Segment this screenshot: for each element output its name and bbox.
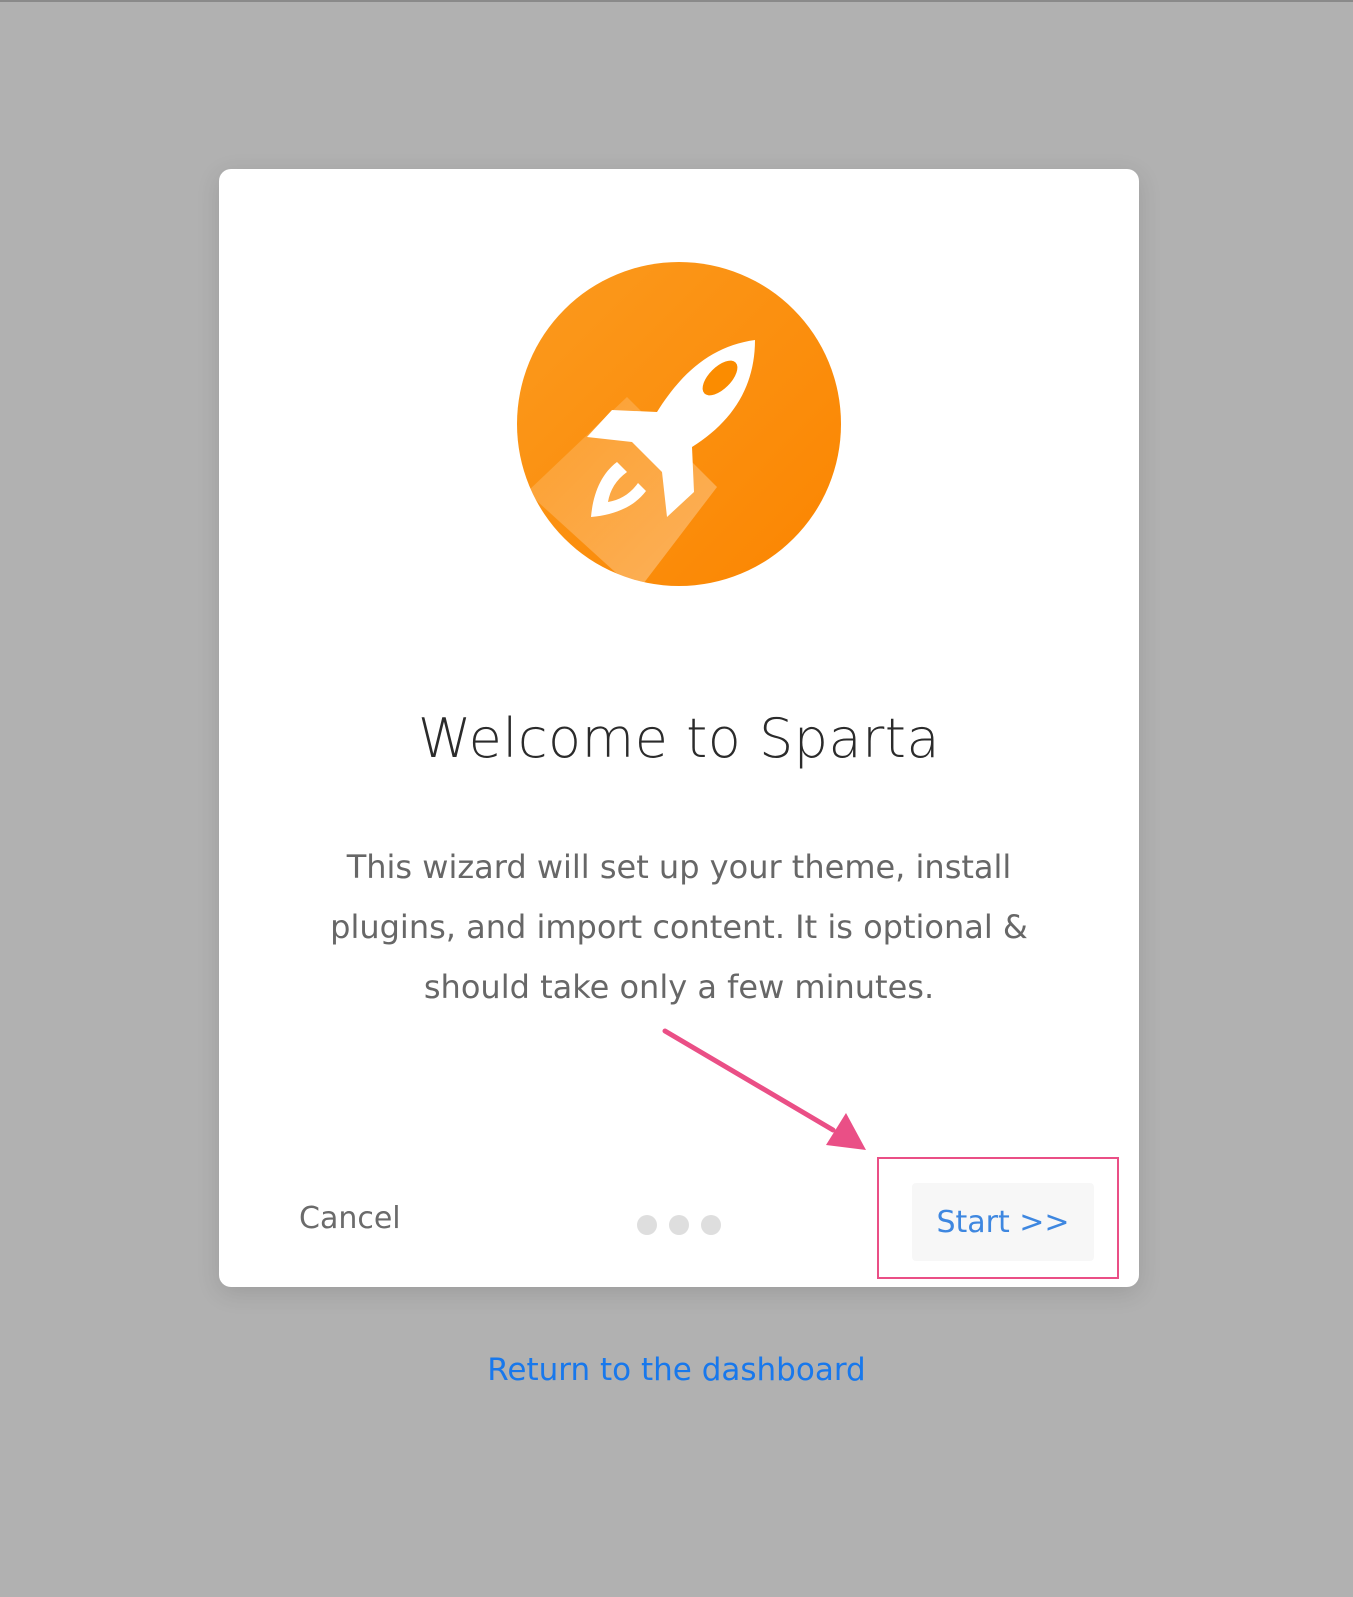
start-button[interactable]: Start >> — [912, 1183, 1094, 1261]
wizard-description: This wizard will set up your theme, inst… — [330, 848, 1028, 1006]
cancel-button[interactable]: Cancel — [299, 1201, 401, 1236]
rocket-icon — [517, 262, 841, 586]
step-dot — [701, 1215, 721, 1235]
page-title: Welcome to Sparta — [417, 707, 941, 770]
return-to-dashboard-link[interactable]: Return to the dashboard — [0, 1352, 1353, 1388]
step-dot — [669, 1215, 689, 1235]
top-border — [0, 0, 1353, 2]
step-dot — [637, 1215, 657, 1235]
step-indicator — [637, 1215, 721, 1235]
setup-wizard-card: Welcome to Sparta This wizard will set u… — [219, 169, 1139, 1287]
